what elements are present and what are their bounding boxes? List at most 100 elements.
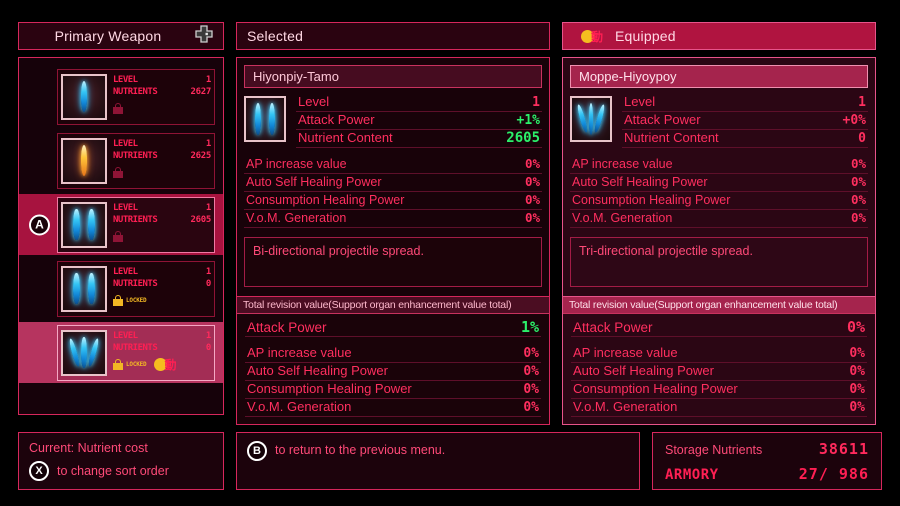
- equipped-main-stat-label: Nutrient Content: [624, 130, 719, 145]
- weapon-blade-shape: [255, 103, 261, 135]
- primary-weapon-title: Primary Weapon: [54, 28, 162, 44]
- selected-weapon-description: Bi-directional projectile spread.: [244, 237, 542, 287]
- selected-main-stats: Level 1 Attack Power +1% Nutrient Content 260…: [296, 94, 542, 148]
- equipped-main-stat-row: Nutrient Content 0: [622, 130, 868, 148]
- weapon-list-item[interactable]: LEVEL 1 NUTRIENTS 2625: [19, 130, 223, 191]
- weapon-level-value: 1: [205, 202, 211, 213]
- equipped-header-title: Equipped: [615, 28, 676, 44]
- selected-weapon-name: Hiyonpiy-Tamo: [244, 65, 542, 88]
- equipped-main-stat-label: Attack Power: [624, 112, 701, 127]
- equipped-main-stat-label: Level: [624, 94, 656, 109]
- equipped-sub-stat-row: Consumption Healing Power 0%: [570, 192, 868, 210]
- selected-sub-stat-value: 0%: [524, 174, 540, 189]
- primary-weapon-column: Primary Weapon LEVEL 1 NUTRIENTS 2627 LEVEL 1…: [18, 22, 224, 415]
- selected-weapon-thumbnail: [244, 96, 286, 142]
- equipped-sub-stat-row: AP increase value 0%: [570, 156, 868, 174]
- weapon-nutrients-value: 2625: [190, 150, 212, 161]
- equipped-detail-body: Moppe-Hiyoypoy Level 1 Attack Power +0% Nutr…: [562, 57, 876, 297]
- weapon-level-label: LEVEL: [113, 330, 138, 341]
- equipped-sub-stat-value: 0%: [850, 174, 866, 189]
- weapon-item-stats: LEVEL 1 NUTRIENTS 2625: [107, 138, 211, 184]
- weapon-level-label: LEVEL: [113, 202, 138, 213]
- equipped-revision-label: AP increase value: [573, 345, 678, 360]
- equipped-weapon-thumbnail: [570, 96, 612, 142]
- lock-open-icon: [113, 102, 123, 114]
- weapon-thumbnail: [61, 137, 107, 184]
- selected-main-stat-label: Level: [298, 94, 330, 109]
- weapon-thumbnail: [61, 73, 107, 120]
- equipped-sub-stats: AP increase value 0% Auto Self Healing Pow…: [570, 156, 868, 228]
- weapon-item-stats: LEVEL 1 NUTRIENTS 0 LOCKED: [107, 266, 211, 312]
- equipped-weapon-column: 動 Equipped Moppe-Hiyoypoy Level 1 Attack P…: [562, 22, 876, 297]
- selected-weapon-column: Selected Hiyonpiy-Tamo Level 1 Attack Powe…: [236, 22, 550, 297]
- sort-order-box: Current: Nutrient cost X to change sort …: [18, 432, 224, 490]
- weapon-list-item[interactable]: LEVEL 1 NUTRIENTS 2627: [19, 66, 223, 127]
- weapon-level-label: LEVEL: [113, 74, 138, 85]
- equipped-revision-rows: AP increase value 0% Auto Self Healing Pow…: [571, 345, 867, 417]
- selected-main-stat-label: Attack Power: [298, 112, 375, 127]
- equipped-revision-row: Consumption Healing Power 0%: [571, 381, 867, 399]
- selected-detail-body: Hiyonpiy-Tamo Level 1 Attack Power +1% Nutri…: [236, 57, 550, 297]
- equipped-sub-stat-row: V.o.M. Generation 0%: [570, 210, 868, 228]
- weapon-blade-shape: [81, 336, 87, 369]
- selected-sub-stat-row: V.o.M. Generation 0%: [244, 210, 542, 228]
- equipped-revision-main-label: Attack Power: [573, 320, 653, 335]
- weapon-blade-shape: [73, 208, 80, 241]
- weapon-nutrients-value: 2605: [190, 214, 212, 225]
- b-button-icon[interactable]: B: [247, 441, 267, 461]
- equipped-revision-main-row: Attack Power 0%: [571, 320, 867, 337]
- primary-weapon-header: Primary Weapon: [18, 22, 224, 50]
- weapon-list-item[interactable]: A LEVEL 1 NUTRIENTS 2605: [19, 194, 223, 255]
- weapon-blade-shape: [86, 337, 101, 368]
- selected-revision-row: Auto Self Healing Power 0%: [245, 363, 541, 381]
- weapon-level-label: LEVEL: [113, 266, 138, 277]
- weapon-nutrients-value: 0: [205, 278, 211, 289]
- weapon-thumbnail: [61, 201, 107, 248]
- equipped-sub-stat-label: AP increase value: [572, 157, 673, 171]
- selected-revision-rows: AP increase value 0% Auto Self Healing Pow…: [245, 345, 541, 417]
- weapon-thumbnail: [61, 329, 107, 376]
- selected-revision-main-row: Attack Power 1%: [245, 320, 541, 337]
- selected-sub-stat-label: V.o.M. Generation: [246, 211, 347, 225]
- weapon-nutrients-value: 0: [205, 342, 211, 353]
- equipped-main-stat-value: 0: [858, 131, 866, 146]
- weapon-blade-shape: [588, 103, 594, 135]
- armory-value: 27/ 986: [798, 465, 869, 483]
- weapon-list[interactable]: LEVEL 1 NUTRIENTS 2627 LEVEL 1 NUTRIENTS 2625 A L…: [18, 57, 224, 415]
- selected-revision-label: AP increase value: [247, 345, 352, 360]
- lock-open-icon: [113, 230, 123, 242]
- equipped-badge-icon: 動: [581, 28, 603, 45]
- weapon-nutrients-value: 2627: [190, 86, 212, 97]
- x-button-icon[interactable]: X: [29, 461, 49, 481]
- equipped-sub-stat-label: V.o.M. Generation: [572, 211, 673, 225]
- weapon-level-value: 1: [205, 74, 211, 85]
- return-hint-label: to return to the previous menu.: [275, 443, 446, 457]
- selected-main-stat-value: 1: [532, 95, 540, 110]
- weapon-level-value: 1: [205, 138, 211, 149]
- lock-closed-icon: [113, 358, 123, 370]
- selected-sub-stat-label: Consumption Healing Power: [246, 193, 405, 207]
- weapon-item-stats: LEVEL 1 NUTRIENTS 2605: [107, 202, 211, 248]
- equipped-badge-char: 動: [591, 29, 604, 44]
- weapon-level-value: 1: [205, 330, 211, 341]
- equipped-main-stat-value: +0%: [842, 113, 866, 128]
- weapon-nutrients-label: NUTRIENTS: [113, 86, 158, 97]
- weapon-list-item[interactable]: LEVEL 1 NUTRIENTS 0 LOCKED 動: [19, 322, 223, 383]
- a-button-cursor-icon[interactable]: A: [29, 214, 50, 235]
- weapon-item-stats: LEVEL 1 NUTRIENTS 2627: [107, 74, 211, 120]
- equipped-sub-stat-row: Auto Self Healing Power 0%: [570, 174, 868, 192]
- equipped-main-stat-row: Level 1: [622, 94, 868, 112]
- selected-revision-label: V.o.M. Generation: [247, 399, 352, 414]
- equipped-main-stat-value: 1: [858, 95, 866, 110]
- selected-revision-value: 0%: [523, 400, 539, 415]
- selected-sub-stat-row: AP increase value 0%: [244, 156, 542, 174]
- weapon-list-item[interactable]: LEVEL 1 NUTRIENTS 0 LOCKED: [19, 258, 223, 319]
- armory-screen: Primary Weapon LEVEL 1 NUTRIENTS 2627 LEVEL 1…: [0, 0, 900, 506]
- weapon-nutrients-label: NUTRIENTS: [113, 214, 158, 225]
- selected-sub-stat-row: Consumption Healing Power 0%: [244, 192, 542, 210]
- equipped-revision-row: AP increase value 0%: [571, 345, 867, 363]
- selected-revision-panel: Total revision value(Support organ enhan…: [236, 296, 550, 425]
- weapon-thumbnail: [61, 265, 107, 312]
- selected-sub-stats: AP increase value 0% Auto Self Healing Pow…: [244, 156, 542, 228]
- weapon-blade-shape: [593, 104, 607, 134]
